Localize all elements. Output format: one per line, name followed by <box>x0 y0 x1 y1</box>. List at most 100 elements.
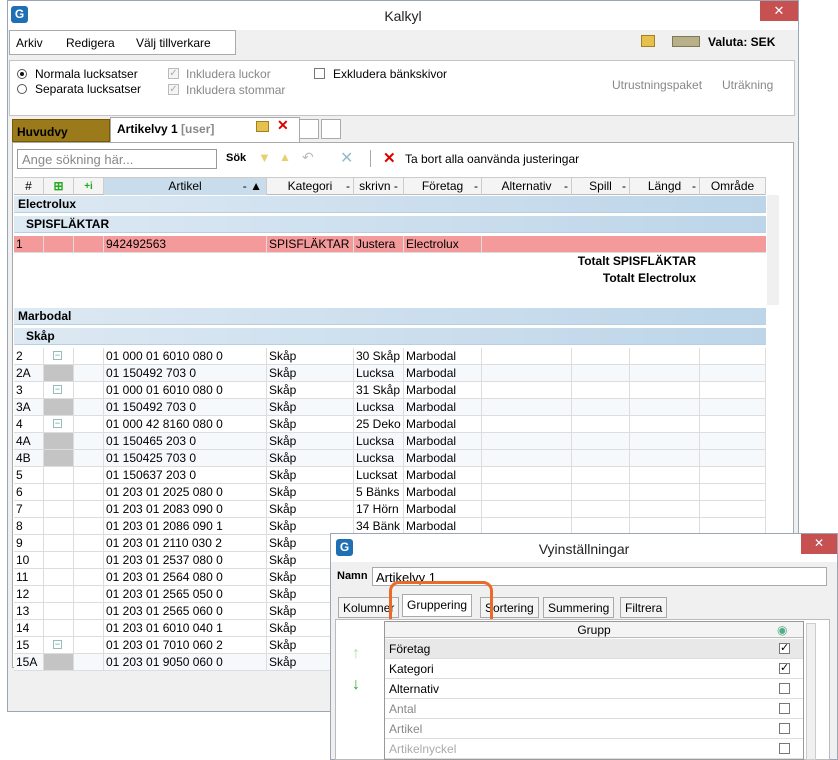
table-row[interactable]: 6 01 203 01 2025 080 0 Skåp 5 Bänks Marbodal <box>14 484 766 501</box>
include-frames-checkbox[interactable]: ✓ <box>168 84 179 95</box>
col-langd[interactable]: Längd - <box>630 178 700 195</box>
undo-icon[interactable]: ↶ <box>302 149 314 166</box>
exclude-bench-checkbox[interactable] <box>314 68 325 79</box>
row-tree <box>44 654 74 670</box>
normal-doorsets-radio[interactable] <box>17 69 27 79</box>
row-info <box>74 501 104 517</box>
tab-article-view[interactable]: Artikelvy 1 [user] <box>110 117 300 142</box>
group-list-item[interactable]: Företag ✓ <box>385 639 803 659</box>
table-row[interactable]: −3 01 000 01 6010 080 0 Skåp 31 Skåp Marboda… <box>14 382 766 399</box>
col-number[interactable]: # <box>14 178 44 195</box>
save-view-icon[interactable] <box>256 121 269 132</box>
expand-all-icon[interactable]: ⊞ <box>44 178 74 195</box>
group-list-item[interactable]: Artikel <box>385 719 803 739</box>
table-row[interactable]: 2A 01 150492 703 0 Skåp Lucksa Marbodal <box>14 365 766 382</box>
row-artikel: 01 203 01 2025 080 0 <box>104 484 267 500</box>
group-visible-checkbox[interactable] <box>779 683 790 694</box>
clear-icon[interactable]: ✕ <box>340 148 353 168</box>
close-tab-icon[interactable]: ✕ <box>277 117 289 134</box>
table-row[interactable]: 4A 01 150465 203 0 Skåp Lucksa Marbodal <box>14 433 766 450</box>
group-list-item[interactable]: Alternativ <box>385 679 803 699</box>
group-electrolux[interactable]: Electrolux <box>14 196 766 213</box>
warning-icon[interactable]: ▲ <box>279 150 291 164</box>
menu-arkiv[interactable]: Arkiv <box>16 36 43 50</box>
group-header-label: Grupp <box>577 623 611 637</box>
remove-unused-button[interactable]: Ta bort alla oanvända justeringar <box>405 152 579 166</box>
col-artikel[interactable]: Artikel - ▲ <box>104 178 267 195</box>
group-visible-checkbox[interactable]: ✓ <box>779 663 790 674</box>
row-info <box>74 365 104 381</box>
row-empty-cell <box>572 484 630 500</box>
row-empty-cell <box>482 433 572 449</box>
row-beskrivning: Lucksa <box>354 399 404 415</box>
group-visible-checkbox[interactable] <box>779 703 790 714</box>
col-foretag-menu-icon: - <box>474 179 478 193</box>
table-row[interactable]: 1 942492563 SPISFLÄKTAR Justera Electrol… <box>14 236 766 253</box>
group-list-item[interactable]: Artikelnyckel <box>385 739 803 759</box>
menu-valj-tillverkare[interactable]: Välj tillverkare <box>136 36 211 50</box>
equipment-package-button[interactable]: Utrustningspaket <box>612 78 702 92</box>
collapse-icon[interactable]: − <box>53 351 62 360</box>
row-beskrivning: 25 Deko <box>354 416 404 432</box>
col-kategori[interactable]: Kategori - <box>267 178 354 195</box>
search-button[interactable]: Sök <box>226 152 246 164</box>
menu-redigera[interactable]: Redigera <box>66 36 115 50</box>
add-item-icon[interactable]: +i <box>74 178 104 195</box>
row-info <box>74 348 104 364</box>
group-marbodal[interactable]: Marbodal <box>14 308 766 325</box>
move-down-icon[interactable]: ↓ <box>352 676 360 694</box>
tab-filtrera[interactable]: Filtrera <box>620 597 668 618</box>
group-visible-checkbox[interactable]: ✓ <box>779 643 790 654</box>
table-row[interactable]: −2 01 000 01 6010 080 0 Skåp 30 Skåp Marboda… <box>14 348 766 365</box>
table-row[interactable]: 3A 01 150492 703 0 Skåp Lucksa Marbodal <box>14 399 766 416</box>
close-button[interactable]: ✕ <box>760 1 798 21</box>
dialog-title-bar: G Vyinställningar ✕ <box>331 534 837 562</box>
collapse-icon[interactable]: − <box>53 640 62 649</box>
row-number: 6 <box>14 484 44 500</box>
col-beskrivning[interactable]: skrivn - <box>354 178 404 195</box>
tab-main-view[interactable]: Huvudvy <box>12 119 110 142</box>
include-doors-checkbox[interactable]: ✓ <box>168 68 179 79</box>
tab-summering[interactable]: Summering <box>543 597 615 618</box>
search-input[interactable]: Ange sökning här... <box>17 149 217 169</box>
row-number: 13 <box>14 603 44 619</box>
dialog-close-button[interactable]: ✕ <box>801 534 837 554</box>
table-row[interactable]: 5 01 150637 203 0 Skåp Lucksat Marbodal <box>14 467 766 484</box>
collapse-icon[interactable]: − <box>53 419 62 428</box>
col-spill[interactable]: Spill - <box>572 178 630 195</box>
col-omrade[interactable]: Område <box>700 178 766 195</box>
folder-icon[interactable] <box>641 35 655 47</box>
new-view-icon[interactable] <box>299 119 319 139</box>
normal-doorsets-label: Normala lucksatser <box>35 67 138 81</box>
dialog-scrollbar[interactable] <box>806 623 816 760</box>
separate-doorsets-radio[interactable] <box>17 84 27 94</box>
group-visible-checkbox[interactable] <box>779 743 790 754</box>
col-alternativ[interactable]: Alternativ - <box>482 178 572 195</box>
group-visible-checkbox[interactable] <box>779 723 790 734</box>
row-info <box>74 552 104 568</box>
group-list-item[interactable]: Kategori ✓ <box>385 659 803 679</box>
collapse-icon[interactable]: − <box>53 385 62 394</box>
row-tree <box>44 467 74 483</box>
row-info <box>74 484 104 500</box>
table-row[interactable]: 7 01 203 01 2083 090 0 Skåp 17 Hörn Marbodal <box>14 501 766 518</box>
grid-scrollbar[interactable] <box>767 195 779 305</box>
table-row[interactable]: −4 01 000 42 8160 080 0 Skåp 25 Deko Marboda… <box>14 416 766 433</box>
row-empty-cell <box>630 484 700 500</box>
group-spisflaktar[interactable]: SPISFLÄKTAR <box>14 216 766 233</box>
row-empty-cell <box>630 501 700 517</box>
col-foretag[interactable]: Företag - <box>404 178 482 195</box>
table-row[interactable]: 4B 01 150425 703 0 Skåp Lucksa Marbodal <box>14 450 766 467</box>
row-tree: − <box>44 416 74 432</box>
row-artikel: 01 000 42 8160 080 0 <box>104 416 267 432</box>
tab-article-view-label: Artikelvy 1 <box>117 122 178 136</box>
group-list-item[interactable]: Antal <box>385 699 803 719</box>
group-grid-header: Grupp ◉ <box>385 622 803 638</box>
group-skap[interactable]: Skåp <box>14 328 766 345</box>
filter-icon[interactable]: ▼ <box>258 150 271 165</box>
calculation-button[interactable]: Uträkning <box>722 78 773 92</box>
copy-view-icon[interactable] <box>321 119 341 139</box>
move-up-icon[interactable]: ↑ <box>352 645 360 663</box>
col-spill-label: Spill <box>589 179 612 193</box>
window-title: Kalkyl <box>384 8 422 24</box>
